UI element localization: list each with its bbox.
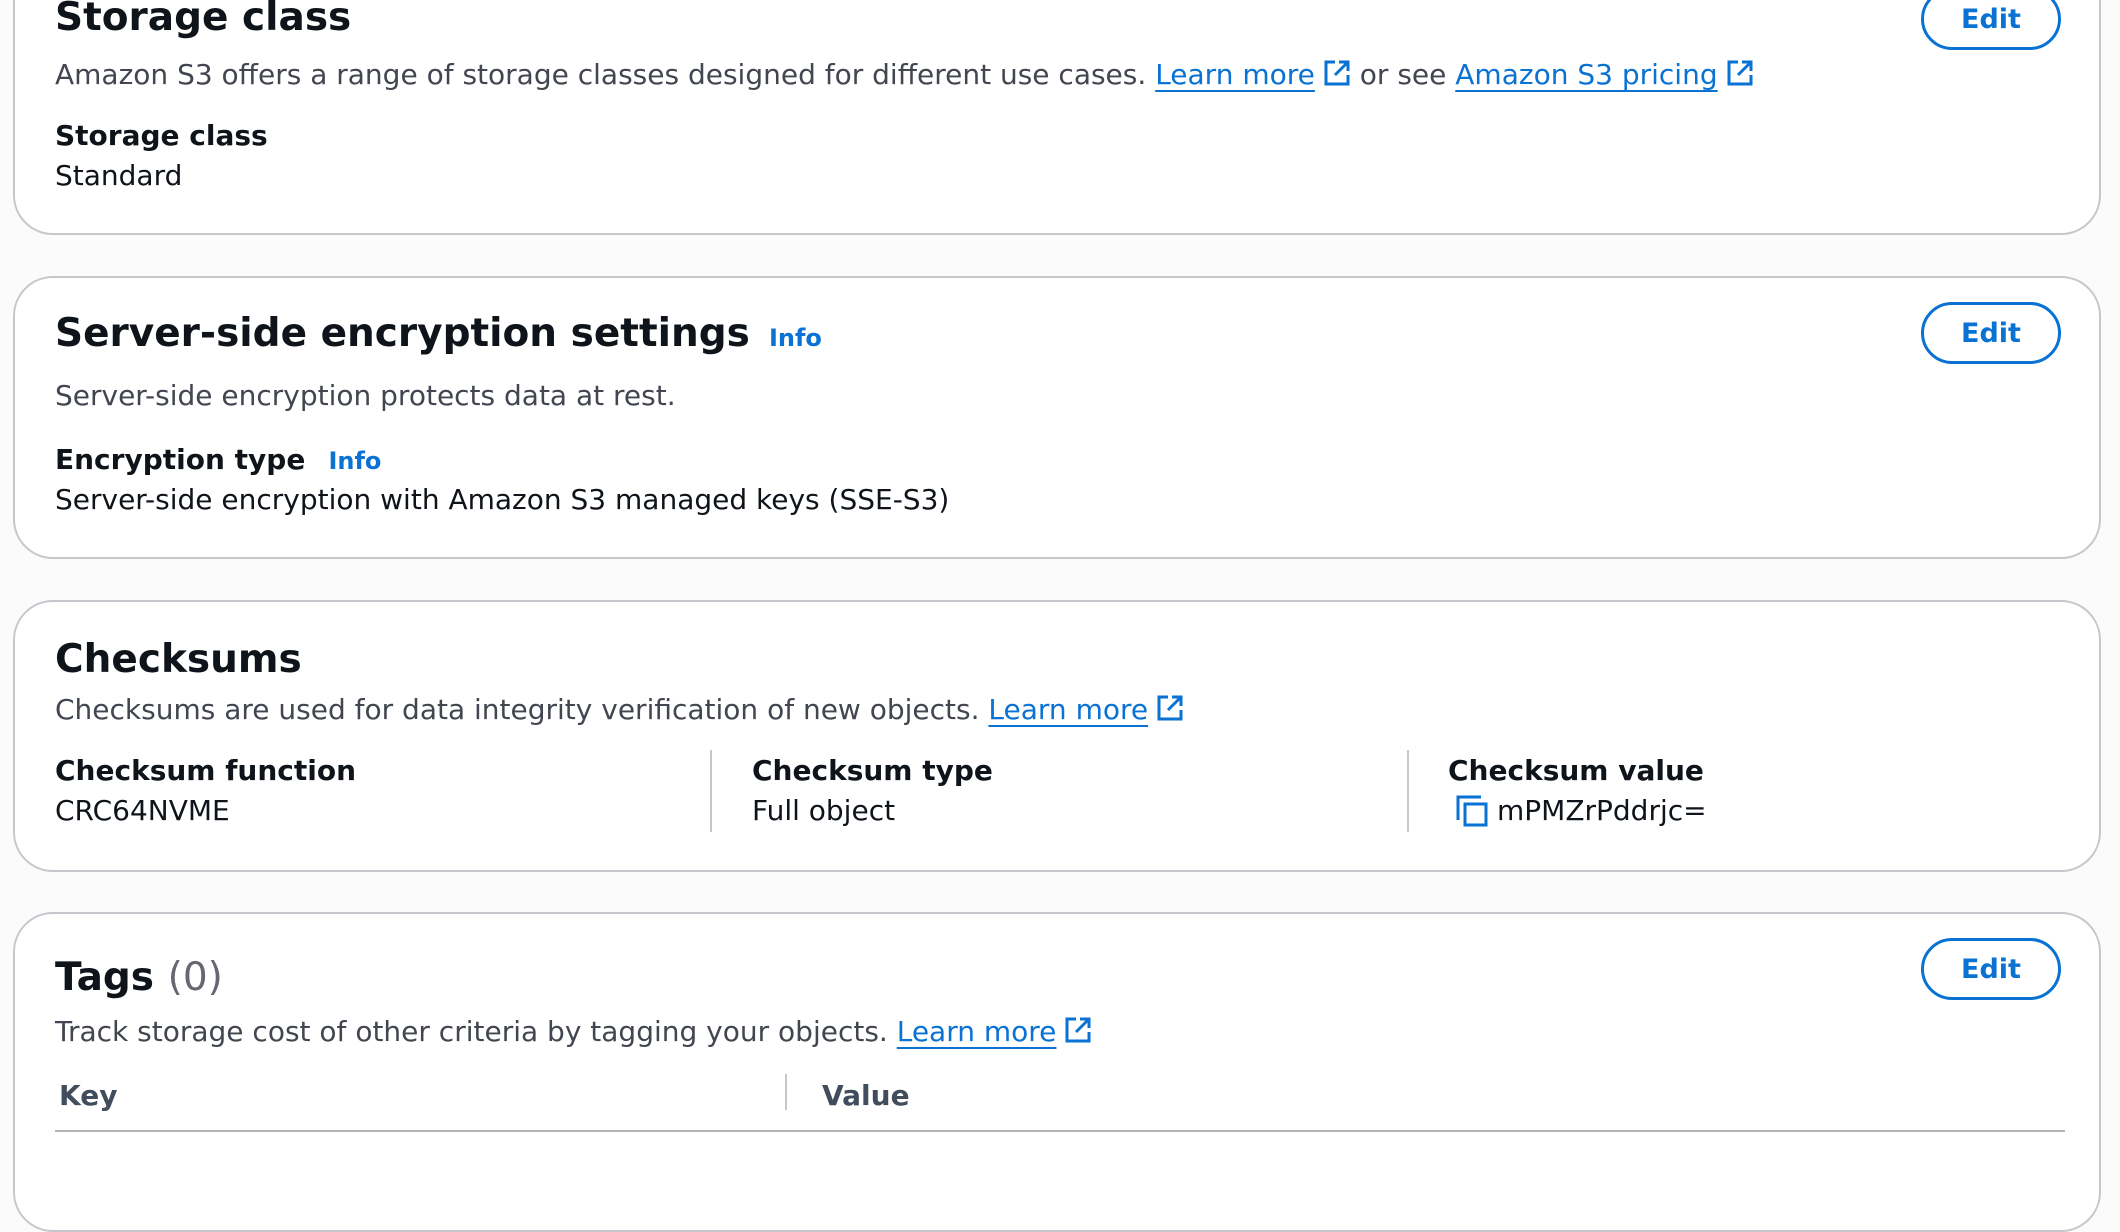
encryption-type-label: Encryption type (55, 443, 306, 476)
table-header-divider (55, 1130, 2065, 1132)
column-divider (1407, 750, 1409, 832)
s3-pricing-link[interactable]: Amazon S3 pricing (1455, 58, 1717, 91)
storage-class-description-text: Amazon S3 offers a range of storage clas… (55, 58, 1147, 91)
checksum-type-label: Checksum type (752, 754, 993, 787)
encryption-panel: Server-side encryption settings Info Edi… (13, 276, 2101, 559)
checksums-learn-more-link[interactable]: Learn more (988, 693, 1148, 726)
storage-class-edit-button[interactable]: Edit (1921, 0, 2061, 50)
tags-title: Tags (55, 955, 155, 1000)
encryption-type-label-row: Encryption type Info (55, 446, 381, 474)
checksums-title: Checksums (55, 637, 302, 682)
storage-class-description: Amazon S3 offers a range of storage clas… (55, 59, 1754, 92)
encryption-type-value: Server-side encryption with Amazon S3 ma… (55, 483, 950, 516)
storage-class-field-label: Storage class (55, 119, 268, 152)
column-divider (710, 750, 712, 832)
checksum-function-label: Checksum function (55, 754, 357, 787)
column-resizer[interactable] (785, 1074, 787, 1110)
storage-class-field-value: Standard (55, 159, 183, 192)
storage-class-panel: Storage class Edit Amazon S3 offers a ra… (13, 0, 2101, 235)
tags-panel: Tags (0) Edit Track storage cost of othe… (13, 912, 2101, 1232)
checksums-description: Checksums are used for data integrity ve… (55, 694, 1184, 727)
tags-learn-more-link[interactable]: Learn more (897, 1015, 1057, 1048)
tags-title-row: Tags (0) (55, 958, 223, 997)
checksum-value-value: mPMZrPddrjc= (1497, 794, 1707, 827)
checksums-panel: Checksums Checksums are used for data in… (13, 600, 2101, 872)
checksum-value-label: Checksum value (1448, 754, 1704, 787)
checksum-function-value: CRC64NVME (55, 794, 230, 827)
external-link-icon[interactable] (1156, 694, 1184, 727)
object-properties-page: Storage class Edit Amazon S3 offers a ra… (0, 0, 2120, 1232)
external-link-icon[interactable] (1726, 59, 1754, 92)
encryption-edit-button[interactable]: Edit (1921, 302, 2061, 364)
tags-table-header-value[interactable]: Value (822, 1082, 910, 1110)
encryption-info-link[interactable]: Info (769, 324, 822, 352)
tags-description: Track storage cost of other criteria by … (55, 1016, 1092, 1049)
external-link-icon[interactable] (1323, 59, 1351, 92)
tags-table-header-key[interactable]: Key (59, 1082, 117, 1110)
tags-description-text: Track storage cost of other criteria by … (55, 1015, 888, 1048)
checksum-type-value: Full object (752, 794, 896, 827)
encryption-title: Server-side encryption settings (55, 311, 750, 356)
tags-edit-button[interactable]: Edit (1921, 938, 2061, 1000)
encryption-description: Server-side encryption protects data at … (55, 379, 676, 412)
or-see-text: or see (1359, 58, 1447, 91)
storage-class-title: Storage class (55, 0, 352, 40)
tags-count: (0) (167, 955, 223, 1000)
encryption-type-info-link[interactable]: Info (328, 447, 381, 475)
storage-class-learn-more-link[interactable]: Learn more (1155, 58, 1315, 91)
checksums-description-text: Checksums are used for data integrity ve… (55, 693, 980, 726)
copy-icon[interactable] (1455, 794, 1489, 832)
external-link-icon[interactable] (1064, 1016, 1092, 1049)
encryption-header: Server-side encryption settings Info (55, 314, 822, 353)
